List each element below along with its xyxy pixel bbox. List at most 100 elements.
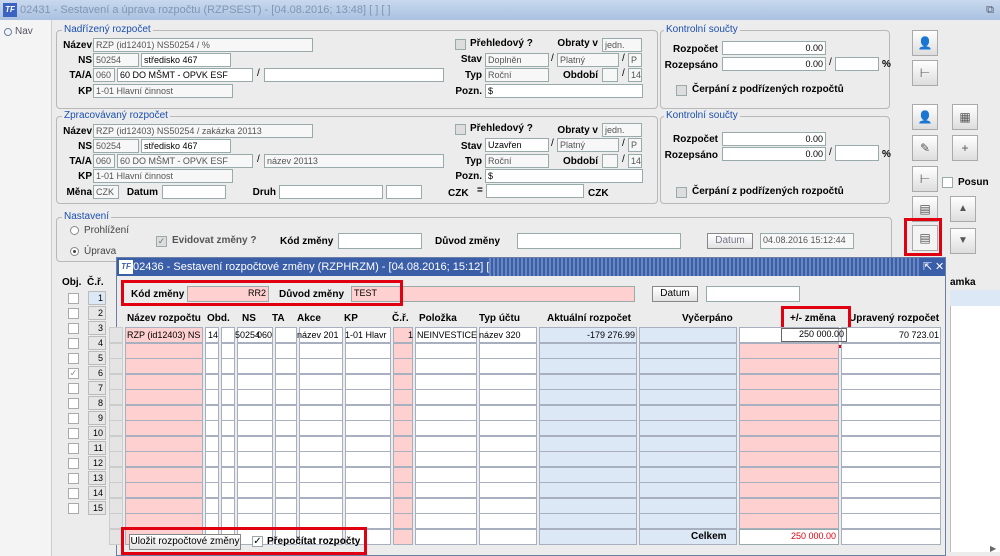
list-item-checkbox[interactable]: [68, 428, 79, 439]
grid-cell[interactable]: [739, 404, 839, 421]
row1-cell[interactable]: 250 000.00: [781, 328, 847, 342]
grid-cell[interactable]: [639, 482, 737, 498]
calculator-icon[interactable]: ▦: [952, 104, 978, 130]
grid-cell[interactable]: [125, 420, 203, 436]
grid-cell[interactable]: [539, 528, 637, 545]
grid-cell[interactable]: [539, 435, 637, 452]
grid-cell[interactable]: [237, 451, 273, 467]
grid-cell[interactable]: [205, 389, 219, 405]
grid-cell[interactable]: [299, 389, 343, 405]
nadrizeny-ta-field[interactable]: 060: [93, 68, 115, 82]
row-selector[interactable]: [109, 389, 123, 405]
grid-cell[interactable]: [841, 420, 941, 436]
grid-cell[interactable]: [205, 451, 219, 467]
datum-field[interactable]: [162, 185, 226, 199]
grid-cell[interactable]: [479, 497, 537, 514]
grid-cell[interactable]: [639, 466, 737, 483]
nav-label[interactable]: Nav: [15, 26, 33, 37]
grid-cell[interactable]: [415, 420, 477, 436]
grid-cell[interactable]: [841, 497, 941, 514]
grid-cell[interactable]: [393, 404, 413, 421]
obraty-field[interactable]: jedn.: [602, 38, 642, 52]
tree2-icon[interactable]: ⊢: [912, 166, 938, 192]
grid-cell[interactable]: [221, 497, 235, 514]
grid-cell[interactable]: [299, 420, 343, 436]
grid-cell[interactable]: [221, 358, 235, 374]
grid-cell[interactable]: [205, 482, 219, 498]
grid-cell[interactable]: [393, 389, 413, 405]
row-selector[interactable]: [109, 373, 123, 390]
row-selector[interactable]: [109, 482, 123, 498]
grid-cell[interactable]: [299, 466, 343, 483]
grid-cell[interactable]: [639, 373, 737, 390]
grid-cell[interactable]: [479, 528, 537, 545]
row-selector[interactable]: [109, 451, 123, 467]
grid-cell[interactable]: [221, 327, 235, 343]
grid-cell[interactable]: [299, 358, 343, 374]
grid-cell[interactable]: [739, 482, 839, 498]
grid-cell[interactable]: [639, 404, 737, 421]
list-item-checkbox[interactable]: [68, 383, 79, 394]
grid-cell[interactable]: [393, 451, 413, 467]
grid-cell[interactable]: [841, 482, 941, 498]
restore-icon[interactable]: ⧉: [986, 0, 994, 20]
grid-cell[interactable]: [841, 358, 941, 374]
grid-cell[interactable]: [415, 513, 477, 529]
row-selector[interactable]: [109, 358, 123, 374]
grid-cell[interactable]: [221, 342, 235, 359]
grid-cell[interactable]: [221, 466, 235, 483]
grid-cell[interactable]: [415, 373, 477, 390]
grid-cell[interactable]: [299, 342, 343, 359]
nadrizeny-kp-field[interactable]: 1-01 Hlavní činnost: [93, 84, 233, 98]
grid-cell[interactable]: [479, 513, 537, 529]
grid-cell[interactable]: [539, 373, 637, 390]
grid-cell[interactable]: [275, 389, 297, 405]
grid-cell[interactable]: [205, 420, 219, 436]
list-item-checkbox[interactable]: ✓: [68, 368, 79, 379]
zpracovavany-ns-field[interactable]: 50254: [93, 139, 139, 153]
cerpani2-checkbox[interactable]: [676, 187, 687, 198]
list-item-checkbox[interactable]: [68, 398, 79, 409]
grid-cell[interactable]: [205, 497, 219, 514]
grid-cell[interactable]: [345, 482, 391, 498]
grid-cell[interactable]: [345, 451, 391, 467]
grid-cell[interactable]: [237, 389, 273, 405]
grid-cell[interactable]: [415, 435, 477, 452]
grid-cell[interactable]: [237, 497, 273, 514]
grid-cell[interactable]: [345, 389, 391, 405]
grid-cell[interactable]: [841, 435, 941, 452]
edit-icon[interactable]: ✎: [912, 135, 938, 161]
grid-cell[interactable]: [539, 451, 637, 467]
row-selector[interactable]: [109, 327, 123, 343]
grid-cell[interactable]: [539, 358, 637, 374]
grid-cell[interactable]: [221, 451, 235, 467]
druh2-field[interactable]: [386, 185, 422, 199]
list-item-checkbox[interactable]: [68, 338, 79, 349]
grid-cell[interactable]: [739, 451, 839, 467]
grid-cell[interactable]: [393, 513, 413, 529]
grid-cell[interactable]: [639, 342, 737, 359]
grid-cell[interactable]: [393, 420, 413, 436]
grid-cell[interactable]: [415, 389, 477, 405]
grid-cell[interactable]: [237, 420, 273, 436]
pozn-field[interactable]: $: [485, 84, 643, 98]
grid-cell[interactable]: [299, 482, 343, 498]
list-item-checkbox[interactable]: [68, 473, 79, 484]
grid-cell[interactable]: [125, 451, 203, 467]
grid-cell[interactable]: [415, 358, 477, 374]
list-item-checkbox[interactable]: [68, 323, 79, 334]
grid-cell[interactable]: [739, 389, 839, 405]
kod-field[interactable]: [338, 233, 422, 249]
grid-cell[interactable]: [345, 373, 391, 390]
grid-cell[interactable]: [415, 404, 477, 421]
cerpani1-checkbox[interactable]: [676, 85, 687, 96]
grid-cell[interactable]: [639, 435, 737, 452]
obraty2-field[interactable]: jedn.: [602, 123, 642, 137]
grid-cell[interactable]: [275, 420, 297, 436]
grid-cell[interactable]: [221, 389, 235, 405]
grid-cell[interactable]: [393, 435, 413, 452]
list-item-checkbox[interactable]: [68, 308, 79, 319]
grid-cell[interactable]: [345, 497, 391, 514]
grid-cell[interactable]: [415, 482, 477, 498]
grid-cell[interactable]: [479, 358, 537, 374]
